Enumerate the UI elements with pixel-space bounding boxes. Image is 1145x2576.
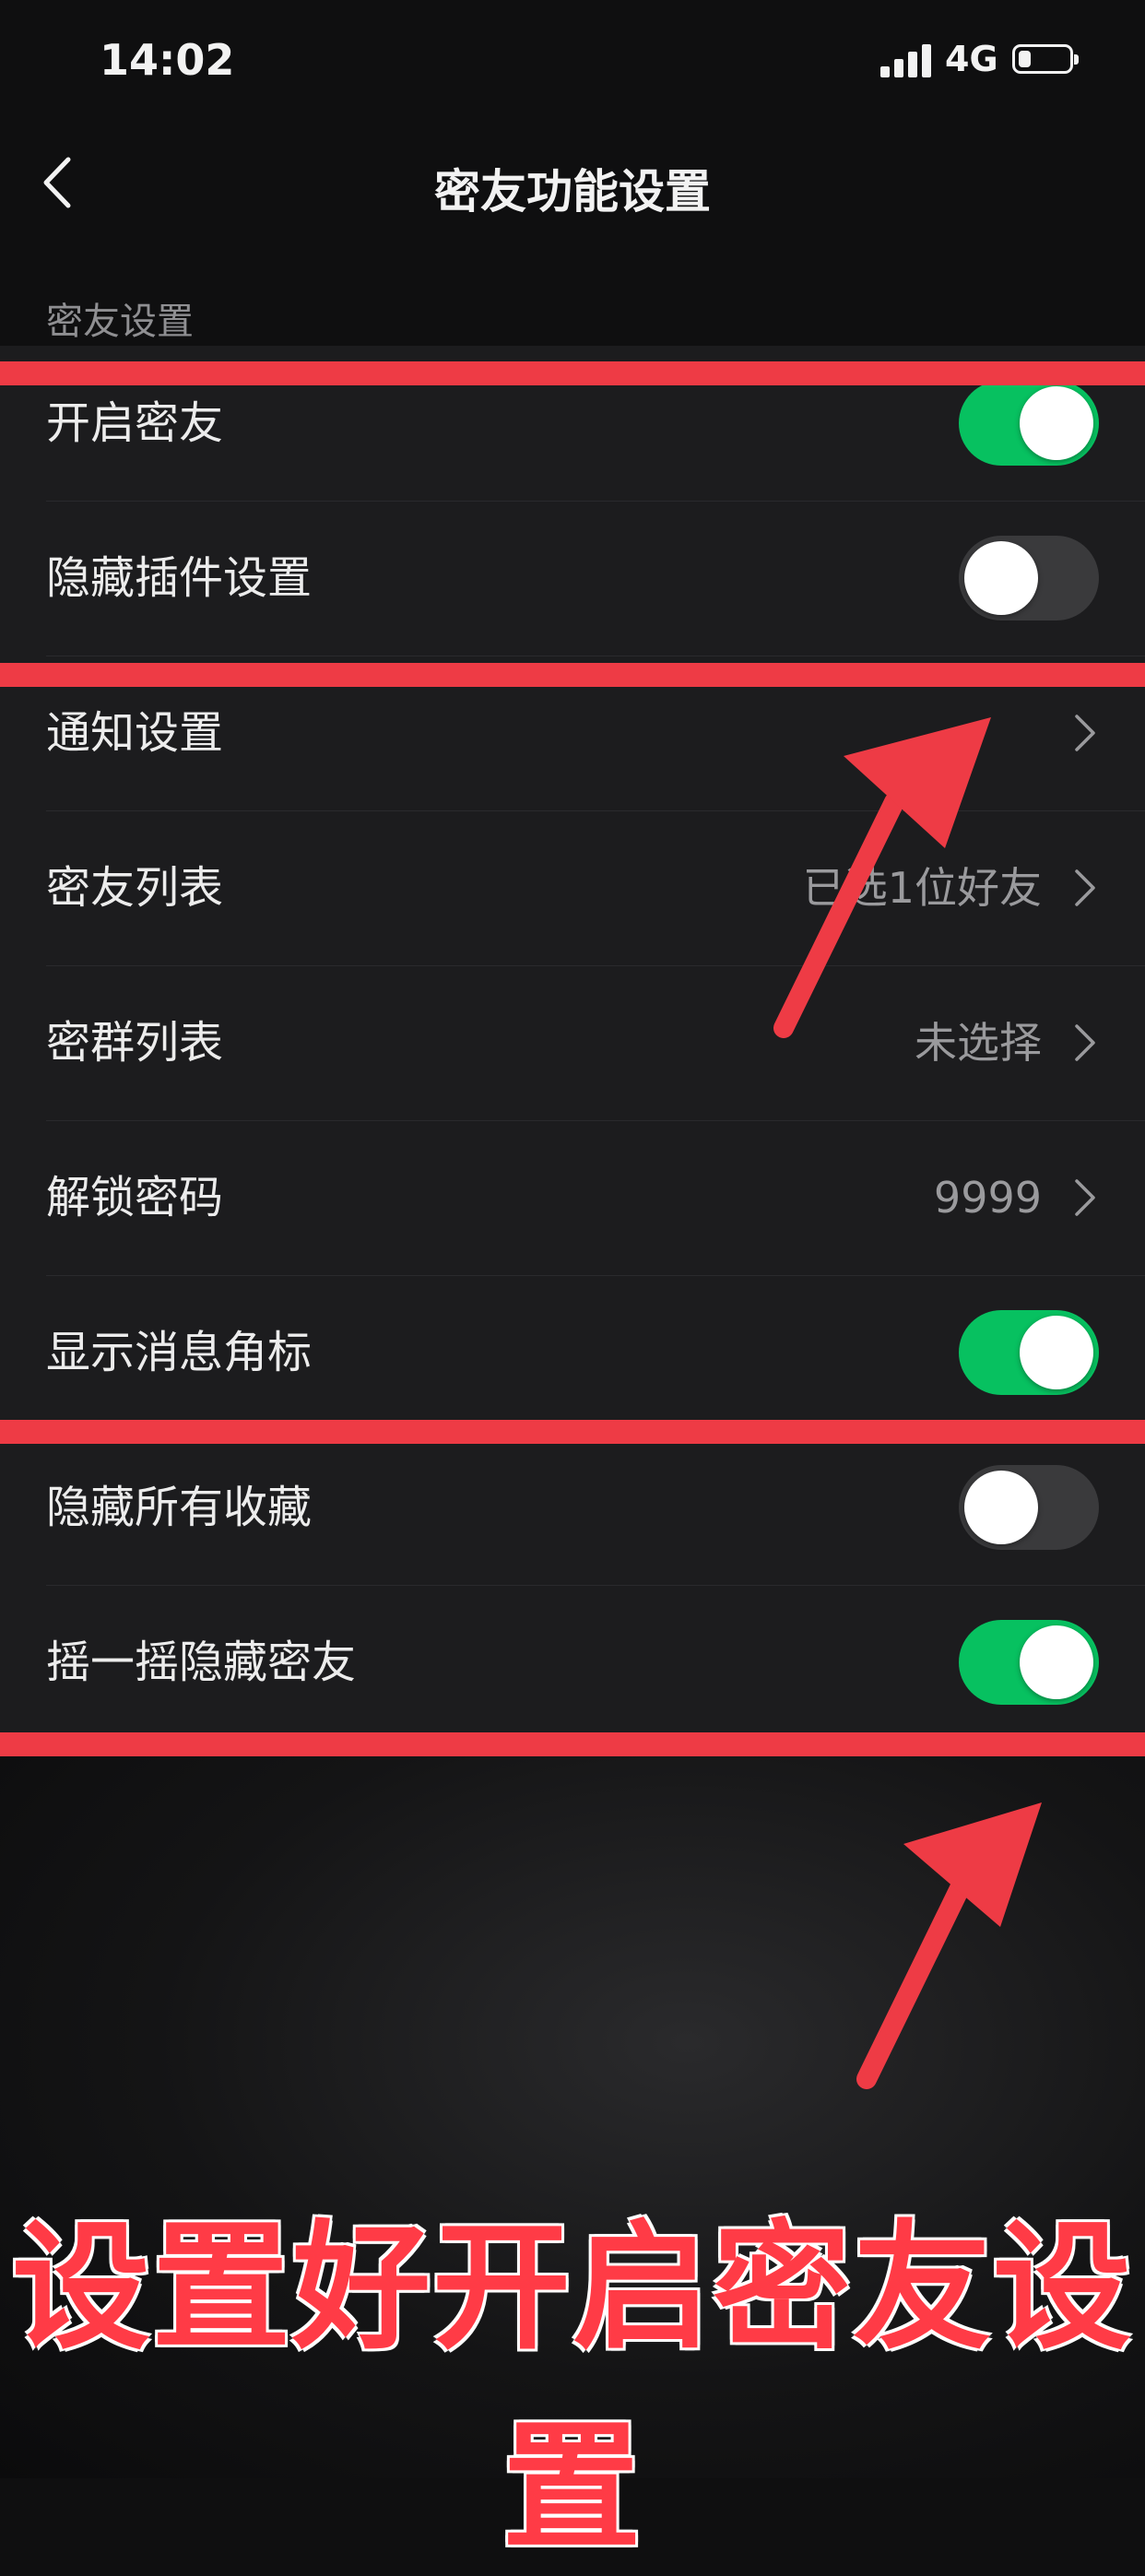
row-label: 密友列表: [46, 862, 224, 914]
row-label: 解锁密码: [46, 1172, 224, 1223]
section-label: 密友设置: [46, 301, 194, 343]
annotation-line: [0, 361, 1145, 385]
toggle-knob: [964, 541, 1038, 615]
toggle-switch[interactable]: [959, 1620, 1099, 1705]
settings-row[interactable]: 隐藏插件设置: [0, 501, 1145, 656]
battery-icon: [1012, 44, 1079, 74]
row-label: 显示消息角标: [46, 1327, 313, 1378]
status-bar: 14:02 4G: [0, 0, 1145, 129]
annotation-line: [0, 1420, 1145, 1444]
settings-row[interactable]: 显示消息角标: [0, 1275, 1145, 1430]
signal-strength-icon: [880, 42, 932, 77]
annotation-line: [0, 1732, 1145, 1756]
toggle-knob: [1020, 386, 1093, 460]
toggle-switch[interactable]: [959, 536, 1099, 620]
battery-fill: [1019, 51, 1031, 67]
status-time: 14:02: [100, 35, 235, 85]
annotation-caption: 设置好开启密友设置: [11, 2208, 1133, 2569]
annotation-arrow-icon: [773, 717, 991, 1038]
settings-row[interactable]: 解锁密码 9999: [0, 1120, 1145, 1275]
chevron-right-icon: [1075, 715, 1095, 751]
row-value: 9999: [933, 1173, 1042, 1223]
toggle-switch[interactable]: [959, 1310, 1099, 1395]
toggle-knob: [1020, 1316, 1093, 1389]
chevron-right-icon: [1075, 1179, 1095, 1216]
page-title: 密友功能设置: [434, 165, 711, 219]
row-label: 隐藏插件设置: [46, 552, 313, 604]
settings-list: 开启密友 隐藏插件设置 通知设置 密友列表 已选1位好友 密群列表 未选择 解锁密码 9999 显…: [0, 346, 1145, 1740]
annotation-line: [0, 663, 1145, 687]
settings-row[interactable]: 摇一摇隐藏密友: [0, 1585, 1145, 1740]
toggle-switch[interactable]: [959, 1465, 1099, 1550]
chevron-right-icon: [1075, 869, 1095, 906]
row-label: 隐藏所有收藏: [46, 1482, 313, 1533]
network-type: 4G: [945, 39, 998, 79]
toggle-knob: [964, 1471, 1038, 1544]
annotation-arrow-icon: [856, 1802, 1042, 2089]
row-label: 密群列表: [46, 1017, 224, 1069]
row-label: 摇一摇隐藏密友: [46, 1637, 357, 1688]
toggle-switch[interactable]: [959, 381, 1099, 466]
chevron-right-icon: [1075, 1024, 1095, 1061]
settings-row[interactable]: 隐藏所有收藏: [0, 1430, 1145, 1585]
toggle-knob: [1020, 1625, 1093, 1699]
